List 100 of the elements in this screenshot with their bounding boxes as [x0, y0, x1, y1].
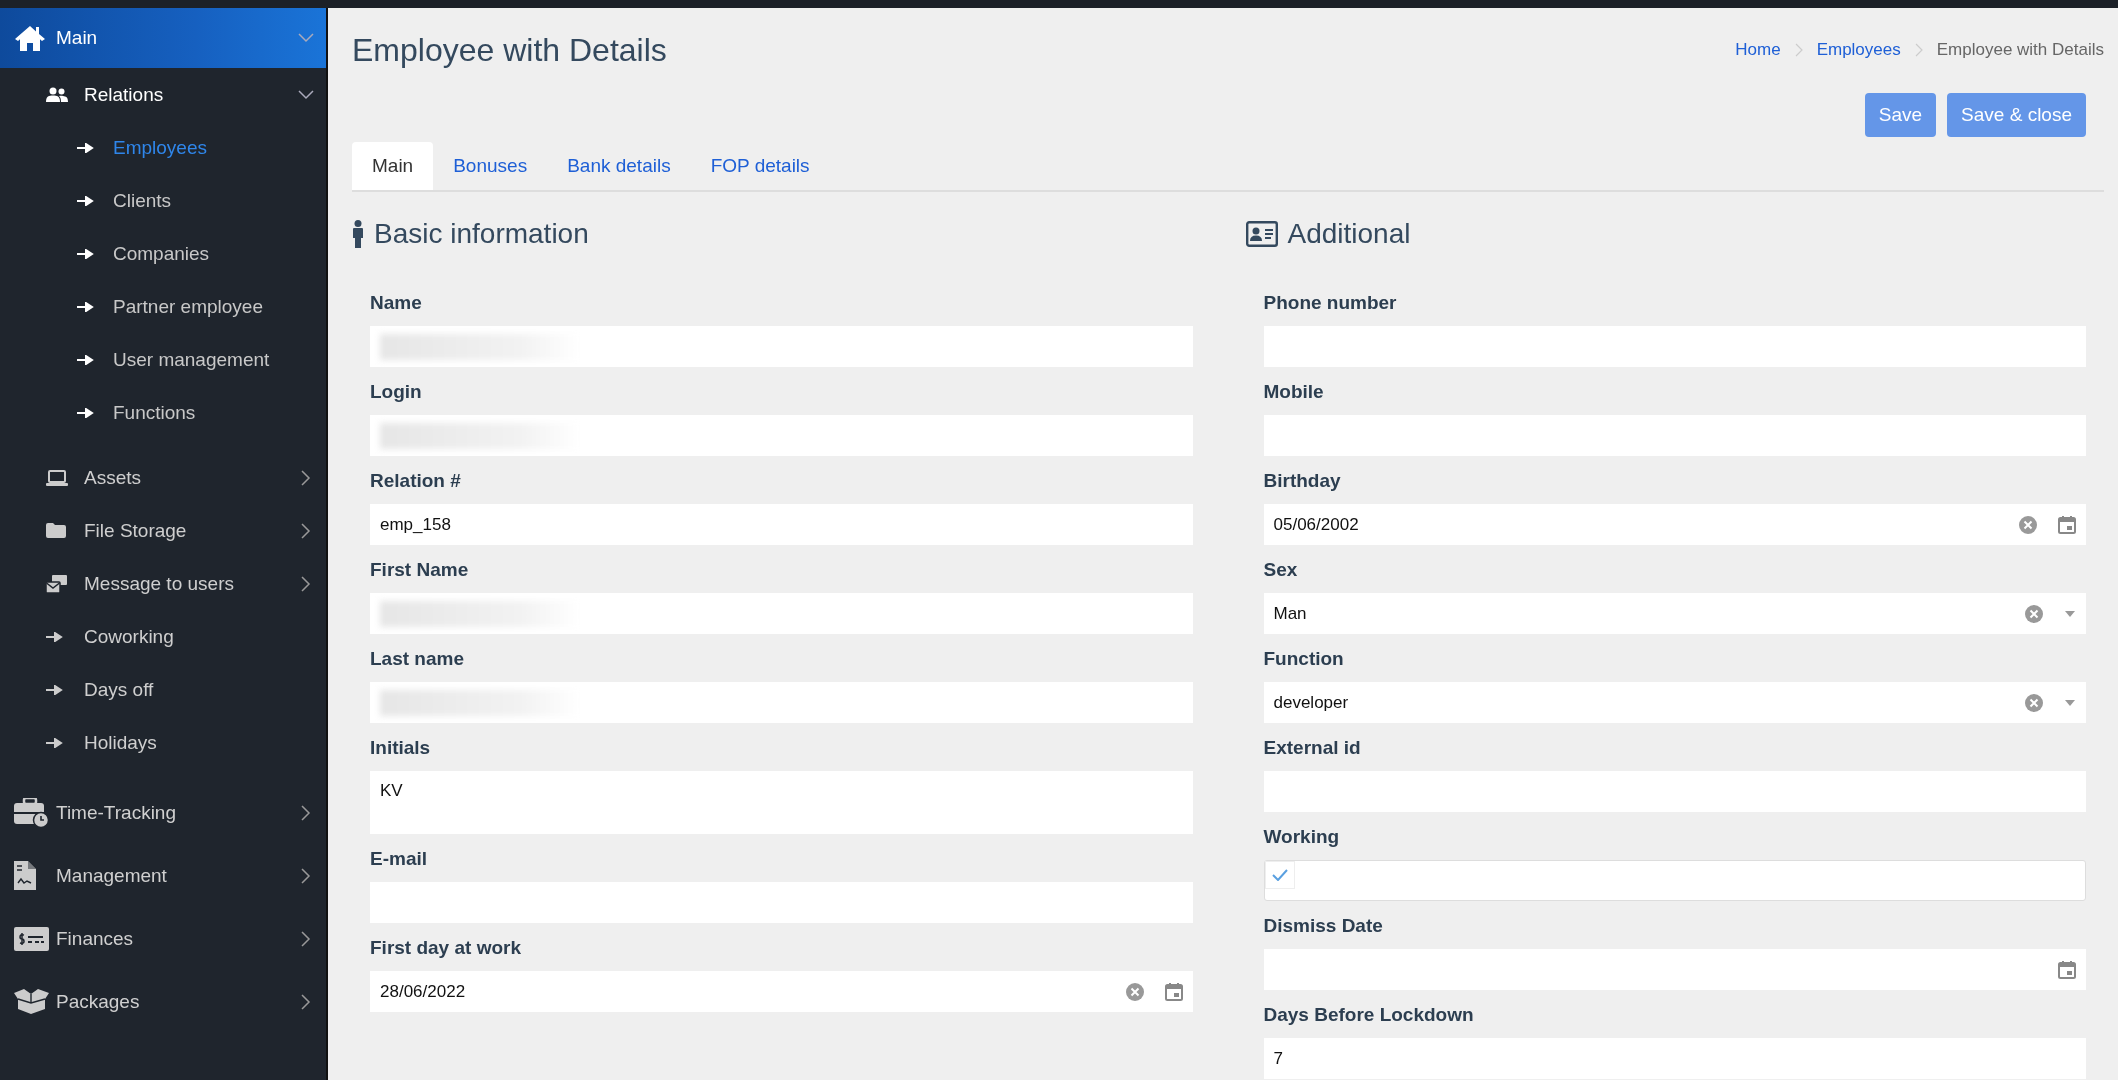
- arrow-icon: [77, 142, 94, 153]
- field-label: Relation #: [370, 469, 462, 493]
- sidebar-item[interactable]: Clients: [0, 174, 326, 227]
- field-label: Days Before Lockdown: [1263, 1003, 1475, 1027]
- chevron-right-icon: [301, 575, 311, 592]
- select-field[interactable]: Man: [1263, 593, 2086, 634]
- field-label: Name: [370, 291, 423, 315]
- chevron-right-icon: [301, 804, 311, 821]
- arrow-icon: [77, 407, 94, 418]
- section-heading: Additional: [1287, 218, 1411, 250]
- field-label: Last name: [370, 647, 465, 671]
- sidebar-item[interactable]: Companies: [0, 227, 326, 280]
- date-field[interactable]: [1263, 949, 2086, 990]
- sidebar-item[interactable]: Finances: [0, 907, 326, 970]
- sidebar-item[interactable]: Functions: [0, 386, 326, 439]
- field-label: Function: [1263, 647, 1345, 671]
- checkbox[interactable]: [1264, 861, 1295, 889]
- calendar-icon: [2058, 960, 2076, 979]
- sidebar-item[interactable]: Main: [0, 8, 326, 68]
- arrow-icon: [77, 354, 94, 365]
- document-icon: [14, 861, 36, 890]
- chevron-right-icon: [301, 930, 311, 947]
- field-label: Dismiss Date: [1263, 914, 1384, 938]
- sidebar-item[interactable]: Time-Tracking: [0, 781, 326, 844]
- chevron-right-icon: [301, 867, 311, 884]
- field-label: Mobile: [1263, 380, 1325, 404]
- field-label: Sex: [1263, 558, 1299, 582]
- tab[interactable]: FOP details: [690, 142, 830, 190]
- clear-icon: [2024, 603, 2044, 624]
- chevron-right-icon: [1794, 43, 1803, 57]
- users-icon: [46, 86, 68, 103]
- input-field[interactable]: [370, 326, 1193, 367]
- envelopes-icon: [46, 574, 68, 593]
- chevron-down-icon: [298, 33, 314, 43]
- breadcrumb-link[interactable]: Employees: [1816, 40, 1901, 60]
- sidebar-item[interactable]: File Storage: [0, 504, 326, 557]
- sidebar-item[interactable]: Coworking: [0, 610, 326, 663]
- input-field[interactable]: [370, 415, 1193, 456]
- date-field[interactable]: 05/06/2002: [1263, 504, 2086, 545]
- tab[interactable]: Main: [352, 142, 434, 190]
- sidebar-item[interactable]: Packages: [0, 970, 326, 1033]
- money-bill-icon: [14, 926, 49, 951]
- briefcase-clock-icon: [14, 798, 49, 827]
- calendar-icon: [2058, 515, 2076, 534]
- caret-down-icon: [2064, 609, 2076, 618]
- clear-icon: [1124, 981, 1145, 1002]
- arrow-icon: [77, 248, 94, 259]
- input-field[interactable]: emp_158: [370, 504, 1193, 545]
- house-icon: [14, 24, 46, 52]
- person-icon: [352, 220, 364, 248]
- text-area[interactable]: KV: [370, 771, 1193, 834]
- tab[interactable]: Bank details: [547, 142, 691, 190]
- field-label: External id: [1263, 736, 1362, 760]
- arrow-icon: [46, 631, 63, 642]
- box-icon: [14, 989, 49, 1014]
- sidebar-item[interactable]: Assets: [0, 451, 326, 504]
- breadcrumb-link[interactable]: Home: [1735, 40, 1781, 60]
- chevron-down-icon: [298, 89, 314, 100]
- checkbox-field[interactable]: [1263, 860, 2086, 901]
- chevron-right-icon: [301, 522, 311, 539]
- sidebar-item[interactable]: User management: [0, 333, 326, 386]
- date-field[interactable]: 28/06/2022: [370, 971, 1193, 1012]
- caret-down-icon: [2064, 698, 2076, 707]
- sidebar-item[interactable]: Employees: [0, 121, 326, 174]
- page-title: Employee with Details: [352, 31, 667, 70]
- folder-icon: [46, 523, 66, 538]
- section-heading: Basic information: [374, 218, 589, 250]
- sidebar-item[interactable]: Relations: [0, 68, 326, 121]
- breadcrumb-current: Employee with Details: [1936, 40, 2104, 60]
- sidebar-item[interactable]: Message to users: [0, 557, 326, 610]
- calendar-icon: [1164, 982, 1183, 1001]
- chevron-right-icon: [1914, 43, 1923, 57]
- arrow-icon: [46, 684, 63, 695]
- chevron-right-icon: [301, 469, 311, 486]
- id-card-icon: [1245, 221, 1278, 247]
- field-label: Login: [370, 380, 423, 404]
- field-label: First Name: [370, 558, 470, 582]
- sidebar-item[interactable]: Holidays: [0, 716, 326, 769]
- input-field[interactable]: 7: [1263, 1038, 2086, 1079]
- field-label: Phone number: [1263, 291, 1398, 315]
- chevron-right-icon: [301, 993, 311, 1010]
- field-label: E-mail: [370, 847, 429, 871]
- arrow-icon: [77, 301, 94, 312]
- tab[interactable]: Bonuses: [433, 142, 548, 190]
- arrow-icon: [77, 195, 94, 206]
- field-label: Birthday: [1263, 469, 1342, 493]
- clear-icon: [2024, 692, 2044, 713]
- input-field[interactable]: [370, 682, 1193, 723]
- arrow-icon: [46, 737, 63, 748]
- sidebar-item[interactable]: Days off: [0, 663, 326, 716]
- laptop-icon: [46, 469, 68, 486]
- sidebar-item[interactable]: Management: [0, 844, 326, 907]
- field-label: First day at work: [370, 936, 522, 960]
- input-field[interactable]: [370, 593, 1193, 634]
- check-icon: [1271, 869, 1288, 881]
- select-field[interactable]: developer: [1263, 682, 2086, 723]
- clear-icon: [2018, 514, 2038, 535]
- field-label: Working: [1263, 825, 1341, 849]
- field-label: Initials: [370, 736, 432, 760]
- sidebar-item[interactable]: Partner employee: [0, 280, 326, 333]
